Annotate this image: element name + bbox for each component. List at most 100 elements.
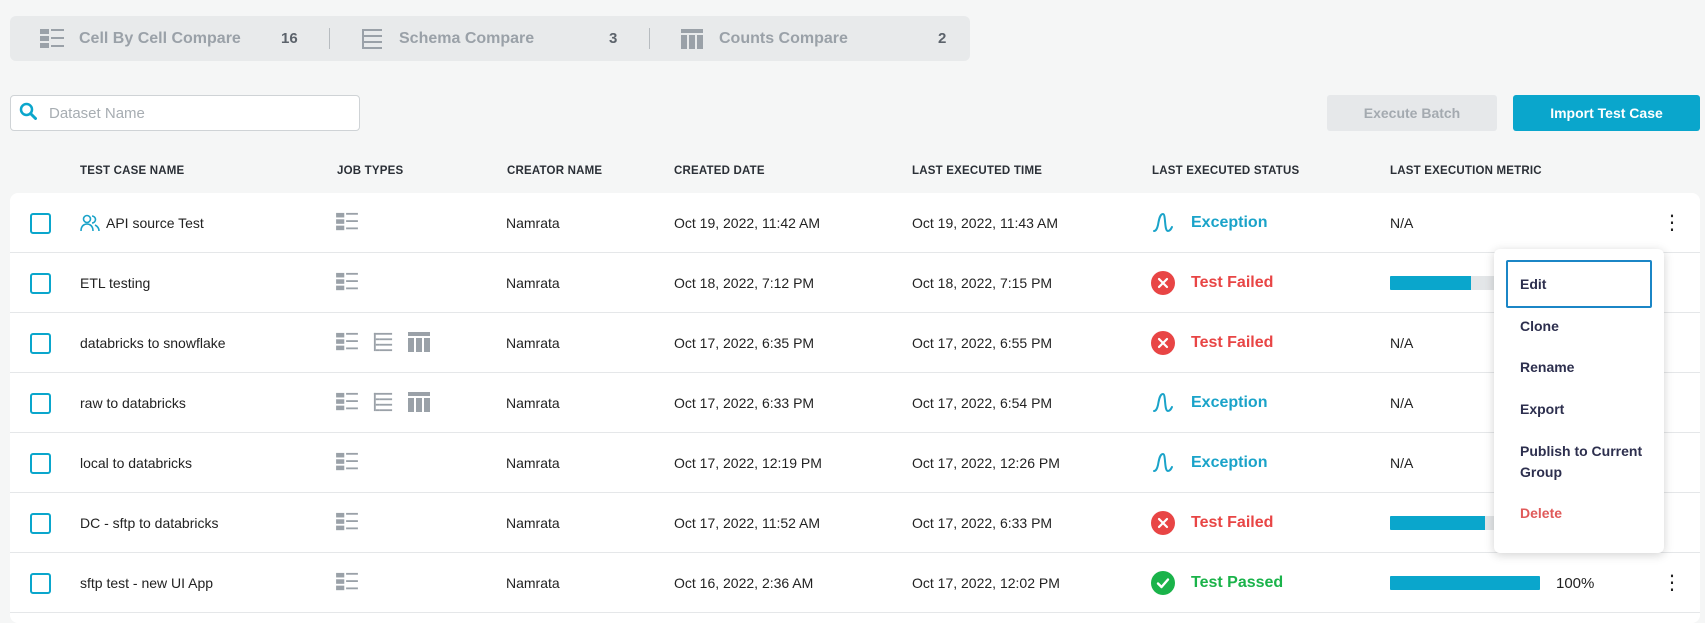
column-header-last-execution-metric[interactable]: LAST EXECUTION METRIC	[1390, 165, 1542, 177]
table-row[interactable]: DC - sftp to databricks Namrata Oct 17, …	[10, 493, 1700, 553]
row-context-menu: Edit Clone Rename Export Publish to Curr…	[1494, 249, 1664, 553]
status-text: Exception	[1191, 394, 1268, 411]
created-date: Oct 17, 2022, 12:19 PM	[674, 455, 822, 471]
cell-compare-icon	[336, 572, 358, 595]
metric-percent: 100%	[1556, 574, 1595, 592]
creator-name: Namrata	[506, 575, 560, 591]
last-executed-time: Oct 17, 2022, 6:33 PM	[912, 515, 1053, 531]
menu-item-publish-to-current-group[interactable]: Publish to Current Group	[1506, 441, 1652, 483]
row-checkbox[interactable]	[30, 452, 51, 474]
menu-item-clone[interactable]: Clone	[1506, 316, 1652, 337]
row-checkbox[interactable]	[30, 272, 51, 294]
job-type-icons	[336, 373, 430, 433]
status-text: Exception	[1191, 454, 1268, 471]
execute-batch-button[interactable]: Execute Batch	[1327, 95, 1497, 131]
more-options-icon[interactable]: ⋮	[1662, 573, 1682, 593]
tab-count: 3	[609, 30, 618, 47]
metric-text: N/A	[1390, 335, 1414, 351]
menu-item-export[interactable]: Export	[1506, 399, 1652, 420]
status-text: Test Failed	[1191, 274, 1274, 291]
cell-compare-icon	[336, 272, 358, 295]
table-row[interactable]: raw to databricks Namrata Oct 17, 2022, …	[10, 373, 1700, 433]
creator-name: Namrata	[506, 335, 560, 351]
column-header-job-types[interactable]: JOB TYPES	[337, 165, 403, 177]
counts-compare-icon	[408, 391, 430, 415]
cell-compare-icon	[336, 212, 358, 235]
last-executed-time: Oct 17, 2022, 6:54 PM	[912, 395, 1053, 411]
table-row[interactable]: databricks to snowflake Namrata Oct 17, …	[10, 313, 1700, 373]
cell-compare-icon	[40, 27, 64, 51]
failed-x-icon	[1151, 331, 1175, 355]
created-date: Oct 17, 2022, 11:52 AM	[674, 515, 821, 531]
tab-counts-compare[interactable]: Counts Compare 2	[680, 16, 946, 61]
test-case-name[interactable]: API source Test	[106, 215, 204, 231]
shared-users-icon	[80, 214, 100, 232]
metric-text: N/A	[1390, 395, 1414, 411]
creator-name: Namrata	[506, 515, 560, 531]
column-header-created-date[interactable]: CREATED DATE	[674, 165, 765, 177]
failed-x-icon	[1151, 511, 1175, 535]
schema-compare-icon	[372, 392, 394, 415]
test-case-name[interactable]: ETL testing	[80, 275, 150, 291]
test-case-name[interactable]: DC - sftp to databricks	[80, 515, 219, 531]
last-executed-time: Oct 19, 2022, 11:43 AM	[912, 215, 1059, 231]
tab-cell-by-cell-compare[interactable]: Cell By Cell Compare 16	[40, 16, 298, 61]
metric-text: N/A	[1390, 215, 1414, 231]
table-row[interactable]: ETL testing Namrata Oct 18, 2022, 7:12 P…	[10, 253, 1700, 313]
exception-wave-icon	[1151, 211, 1175, 235]
more-options-icon[interactable]: ⋮	[1662, 213, 1682, 233]
last-executed-time: Oct 18, 2022, 7:15 PM	[912, 275, 1053, 291]
import-test-case-button[interactable]: Import Test Case	[1513, 95, 1700, 131]
tab-count: 16	[281, 30, 298, 47]
search-box	[10, 95, 360, 131]
metric-progress-bar	[1390, 576, 1540, 590]
exception-wave-icon	[1151, 391, 1175, 415]
job-type-icons	[336, 493, 358, 553]
tab-divider	[649, 28, 650, 49]
table-row[interactable]: sftp test - new UI App Namrata Oct 16, 2…	[10, 553, 1700, 613]
status-text: Exception	[1191, 214, 1268, 231]
test-case-name[interactable]: sftp test - new UI App	[80, 575, 213, 591]
column-header-last-executed-time[interactable]: LAST EXECUTED TIME	[912, 165, 1042, 177]
tab-schema-compare[interactable]: Schema Compare 3	[360, 16, 617, 61]
row-checkbox[interactable]	[30, 392, 51, 414]
row-checkbox[interactable]	[30, 512, 51, 534]
job-type-icons	[336, 253, 358, 313]
row-checkbox[interactable]	[30, 332, 51, 354]
created-date: Oct 17, 2022, 6:33 PM	[674, 395, 815, 411]
failed-x-icon	[1151, 271, 1175, 295]
menu-item-edit[interactable]: Edit	[1506, 260, 1652, 308]
test-case-name[interactable]: databricks to snowflake	[80, 335, 226, 351]
created-date: Oct 18, 2022, 7:12 PM	[674, 275, 815, 291]
metric-progress-fill	[1390, 276, 1471, 290]
row-checkbox[interactable]	[30, 212, 51, 234]
column-header-test-case-name[interactable]: TEST CASE NAME	[80, 165, 184, 177]
tab-label: Schema Compare	[399, 29, 535, 47]
test-case-name[interactable]: raw to databricks	[80, 395, 186, 411]
last-executed-time: Oct 17, 2022, 6:55 PM	[912, 335, 1053, 351]
compare-tabs: Cell By Cell Compare 16 Schema Compare 3…	[10, 16, 970, 61]
column-header-last-executed-status[interactable]: LAST EXECUTED STATUS	[1152, 165, 1299, 177]
last-executed-time: Oct 17, 2022, 12:02 PM	[912, 575, 1060, 591]
job-type-icons	[336, 433, 358, 493]
search-input[interactable]	[47, 103, 337, 123]
status-text: Test Failed	[1191, 334, 1274, 351]
passed-check-icon	[1151, 571, 1175, 595]
cell-compare-icon	[336, 392, 358, 415]
table-row[interactable]: API source Test Namrata Oct 19, 2022, 11…	[10, 193, 1700, 253]
row-checkbox[interactable]	[30, 572, 51, 594]
cell-compare-icon	[336, 512, 358, 535]
cell-compare-icon	[336, 332, 358, 355]
menu-item-delete[interactable]: Delete	[1506, 503, 1652, 524]
created-date: Oct 16, 2022, 2:36 AM	[674, 575, 814, 591]
test-case-name[interactable]: local to databricks	[80, 455, 192, 471]
creator-name: Namrata	[506, 215, 560, 231]
menu-item-rename[interactable]: Rename	[1506, 357, 1652, 378]
exception-wave-icon	[1151, 451, 1175, 475]
job-type-icons	[336, 193, 358, 253]
table-row[interactable]: local to databricks Namrata Oct 17, 2022…	[10, 433, 1700, 493]
metric-progress-fill	[1390, 576, 1540, 590]
creator-name: Namrata	[506, 395, 560, 411]
schema-compare-icon	[360, 27, 384, 51]
column-header-creator-name[interactable]: CREATOR NAME	[507, 165, 602, 177]
